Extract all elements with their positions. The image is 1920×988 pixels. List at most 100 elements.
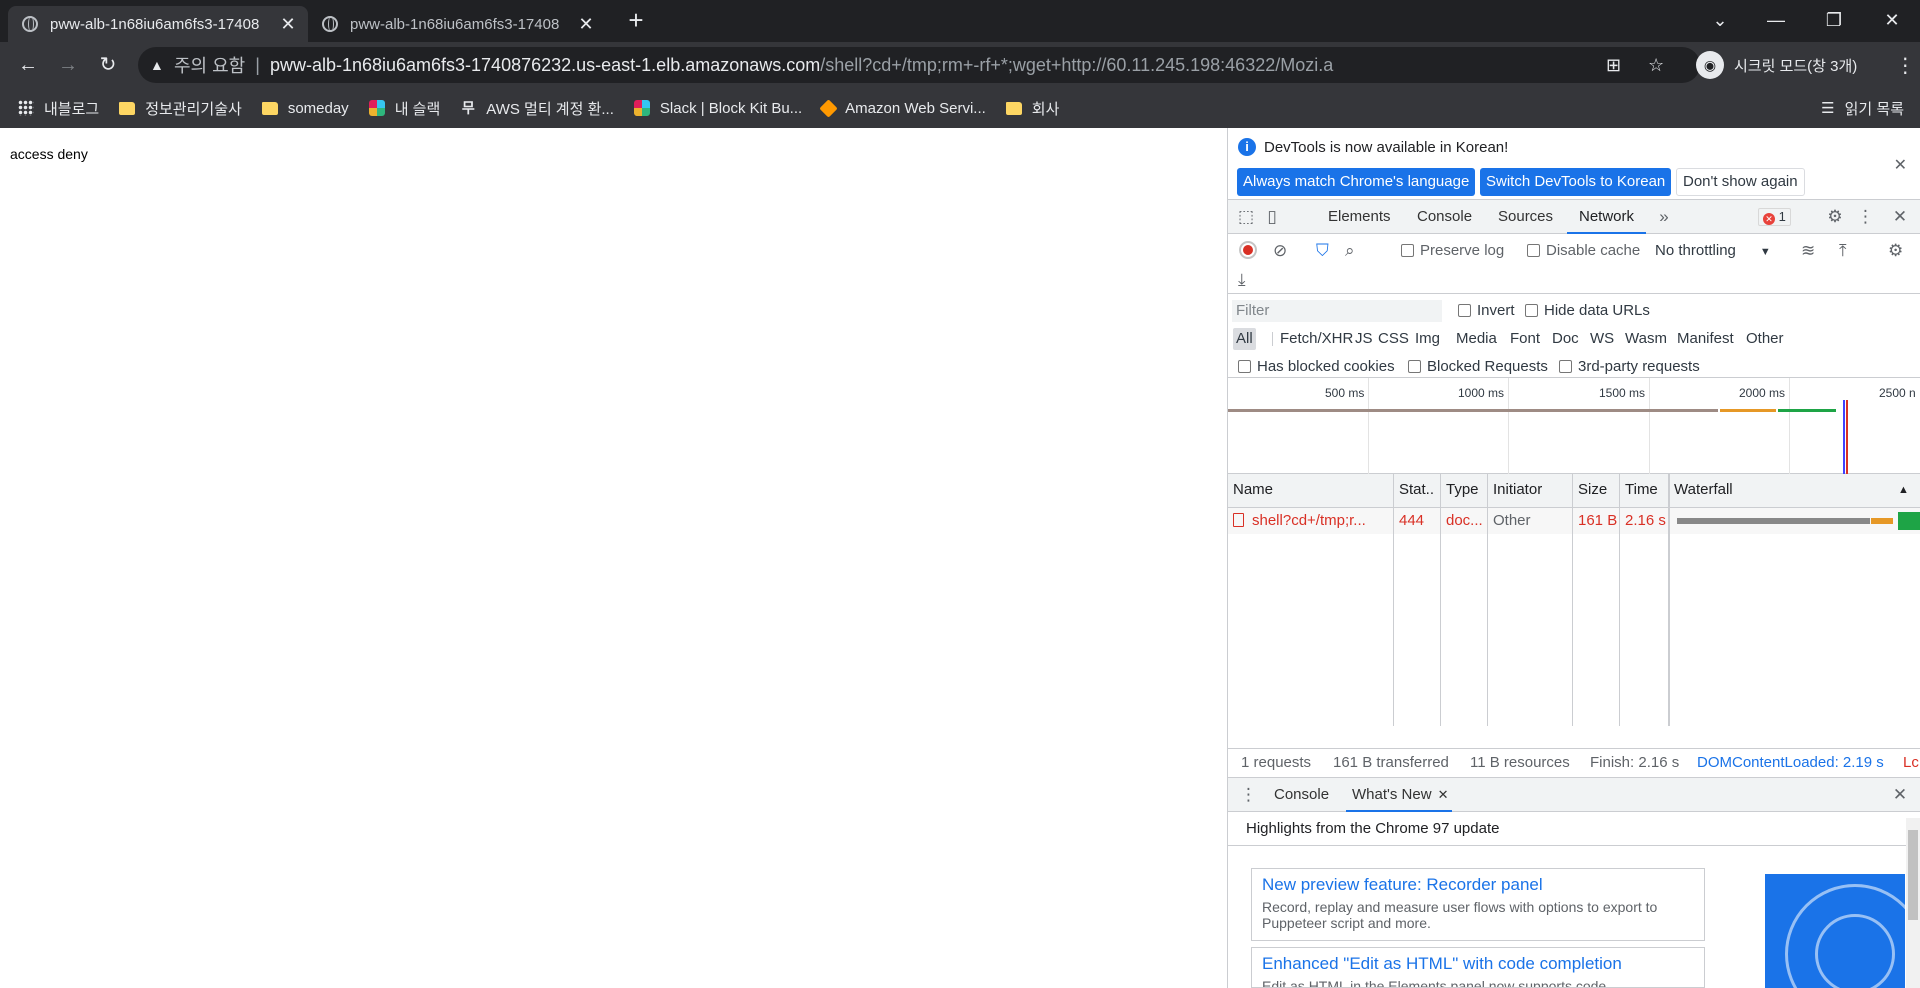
filter-input[interactable]: Filter [1232,300,1442,322]
security-warning-label[interactable]: 주의 요함 [174,52,245,78]
menu-kebab-icon[interactable]: ⋮ [1895,53,1915,78]
request-name-cell[interactable]: shell?cd+/tmp;r... [1228,508,1394,534]
preserve-log-checkbox[interactable]: Preserve log [1401,239,1504,263]
inspect-icon[interactable]: ⬚ [1236,200,1256,234]
column-divider[interactable] [1619,474,1620,726]
feature-card[interactable]: Enhanced "Edit as HTML" with code comple… [1251,947,1705,988]
table-row[interactable]: shell?cd+/tmp;r... 444 doc... Other 161 … [1228,508,1920,534]
switch-korean-button[interactable]: Switch DevTools to Korean [1480,168,1672,196]
translate-icon[interactable]: ⊞ [1606,47,1621,83]
bookmark-folder[interactable]: someday [261,100,349,117]
column-header-name[interactable]: Name [1228,474,1273,508]
tab-search-icon[interactable]: ⌄ [1692,0,1748,42]
drawer-scrollbar[interactable] [1906,818,1920,988]
close-icon[interactable]: ✕ [1894,155,1907,175]
tab-network[interactable]: Network [1567,200,1647,234]
import-har-icon[interactable]: ⤒ [1839,239,1847,263]
drawer-tab-console[interactable]: Console [1274,778,1329,812]
match-language-button[interactable]: Always match Chrome's language [1237,168,1476,196]
bookmark-folder[interactable]: 정보관리기술사 [119,98,242,119]
restore-button[interactable]: ❐ [1806,0,1862,42]
type-filter-ws[interactable]: WS [1590,328,1614,350]
promo-image [1765,874,1905,988]
new-tab-button[interactable]: + [622,6,650,36]
bookmark-item[interactable]: Amazon Web Servi... [819,98,986,118]
column-divider[interactable] [1440,474,1441,726]
column-header-initiator[interactable]: Initiator [1488,474,1542,508]
search-icon[interactable]: ⌕ [1345,239,1355,263]
type-filter-wasm[interactable]: Wasm [1625,328,1667,350]
column-divider[interactable] [1393,474,1394,726]
type-filter-js[interactable]: JS [1355,328,1373,350]
type-filter-img[interactable]: Img [1415,328,1440,350]
network-settings-icon[interactable]: ⚙ [1888,239,1903,263]
bookmark-item[interactable]: Slack | Block Kit Bu... [633,100,802,117]
column-divider[interactable] [1572,474,1573,726]
minimize-button[interactable]: — [1748,0,1804,42]
tab-close-icon[interactable]: ✕ [576,14,596,35]
tab-console[interactable]: Console [1417,200,1472,234]
throttling-select[interactable]: No throttling ▼ [1655,239,1771,263]
tab-close-icon[interactable]: ✕ [278,14,298,35]
filter-icon[interactable]: ⛉ [1316,239,1329,263]
has-blocked-cookies-checkbox[interactable]: Has blocked cookies [1238,356,1395,378]
feature-card-title[interactable]: New preview feature: Recorder panel [1262,875,1694,895]
type-filter-other[interactable]: Other [1746,328,1784,350]
network-conditions-icon[interactable]: ≋ [1801,239,1815,263]
network-overview[interactable]: 500 ms 1000 ms 1500 ms 2000 ms 2500 n [1228,378,1920,474]
error-badge[interactable]: ✕ 1 [1758,208,1791,226]
third-party-checkbox[interactable]: 3rd-party requests [1559,356,1700,378]
invert-checkbox[interactable]: Invert [1458,300,1515,322]
feature-card-title[interactable]: Enhanced "Edit as HTML" with code comple… [1262,954,1694,974]
feature-card[interactable]: New preview feature: Recorder panel Reco… [1251,868,1705,941]
device-toggle-icon[interactable]: ▯ [1262,200,1282,234]
hide-data-urls-checkbox[interactable]: Hide data URLs [1525,300,1650,322]
type-filter-css[interactable]: CSS [1378,328,1409,350]
record-icon[interactable] [1239,241,1257,259]
settings-gear-icon[interactable]: ⚙ [1825,200,1845,234]
type-filter-manifest[interactable]: Manifest [1677,328,1734,350]
address-bar[interactable]: ▲ 주의 요함 | pww-alb-1n68iu6am6fs3-17408762… [138,47,1700,83]
column-header-waterfall[interactable]: Waterfall [1669,474,1733,508]
blocked-requests-checkbox[interactable]: Blocked Requests [1408,356,1548,378]
drawer-tab-whats-new[interactable]: What's New ✕ [1346,778,1453,812]
tab-inactive[interactable]: pww-alb-1n68iu6am6fs3-17408 ✕ [308,6,606,42]
bookmark-folder[interactable]: 회사 [1005,98,1059,119]
back-button[interactable]: ← [12,49,44,81]
incognito-indicator[interactable]: ◉ 시크릿 모드(창 3개) ⋮ [1696,47,1915,83]
type-filter-doc[interactable]: Doc [1552,328,1579,350]
column-header-size[interactable]: Size [1573,474,1607,508]
clear-icon[interactable]: ⊘ [1273,239,1287,263]
grid-line [1789,378,1790,474]
column-header-time[interactable]: Time [1620,474,1658,508]
close-drawer-icon[interactable]: ✕ [1892,778,1908,812]
type-filter-fetch[interactable]: Fetch/XHR [1272,328,1353,350]
tab-elements[interactable]: Elements [1328,200,1391,234]
column-header-type[interactable]: Type [1441,474,1479,508]
column-divider[interactable] [1487,474,1488,726]
column-header-status[interactable]: Stat.. [1394,474,1434,508]
dont-show-again-button[interactable]: Don't show again [1676,168,1805,196]
devtools-menu-icon[interactable]: ⋮ [1857,200,1874,234]
close-icon[interactable]: ✕ [1438,787,1449,802]
bookmark-item[interactable]: 내 슬랙 [368,98,440,119]
bookmark-item[interactable]: 내블로그 [18,98,99,119]
tab-active[interactable]: pww-alb-1n68iu6am6fs3-17408 ✕ [8,6,308,42]
reload-button[interactable]: ↻ [92,49,124,81]
scrollbar-thumb[interactable] [1908,830,1918,920]
type-filter-all[interactable]: All [1233,328,1256,350]
close-devtools-icon[interactable]: ✕ [1892,200,1908,234]
type-filter-media[interactable]: Media [1456,328,1497,350]
bookmark-item[interactable]: 무 AWS 멀티 계정 환... [460,98,614,119]
more-tabs-icon[interactable]: » [1656,200,1672,234]
disable-cache-checkbox[interactable]: Disable cache [1527,239,1640,263]
export-har-icon[interactable]: ⤓ [1238,268,1246,292]
drawer-menu-icon[interactable]: ⋮ [1240,778,1257,812]
sort-ascending-icon[interactable]: ▲ [1893,474,1909,508]
forward-button[interactable]: → [52,49,84,81]
bookmark-star-icon[interactable]: ☆ [1648,47,1664,83]
reading-list[interactable]: ☰ 읽기 목록 [1821,88,1904,128]
type-filter-font[interactable]: Font [1510,328,1540,350]
tab-sources[interactable]: Sources [1498,200,1553,234]
close-window-button[interactable]: ✕ [1864,0,1920,42]
